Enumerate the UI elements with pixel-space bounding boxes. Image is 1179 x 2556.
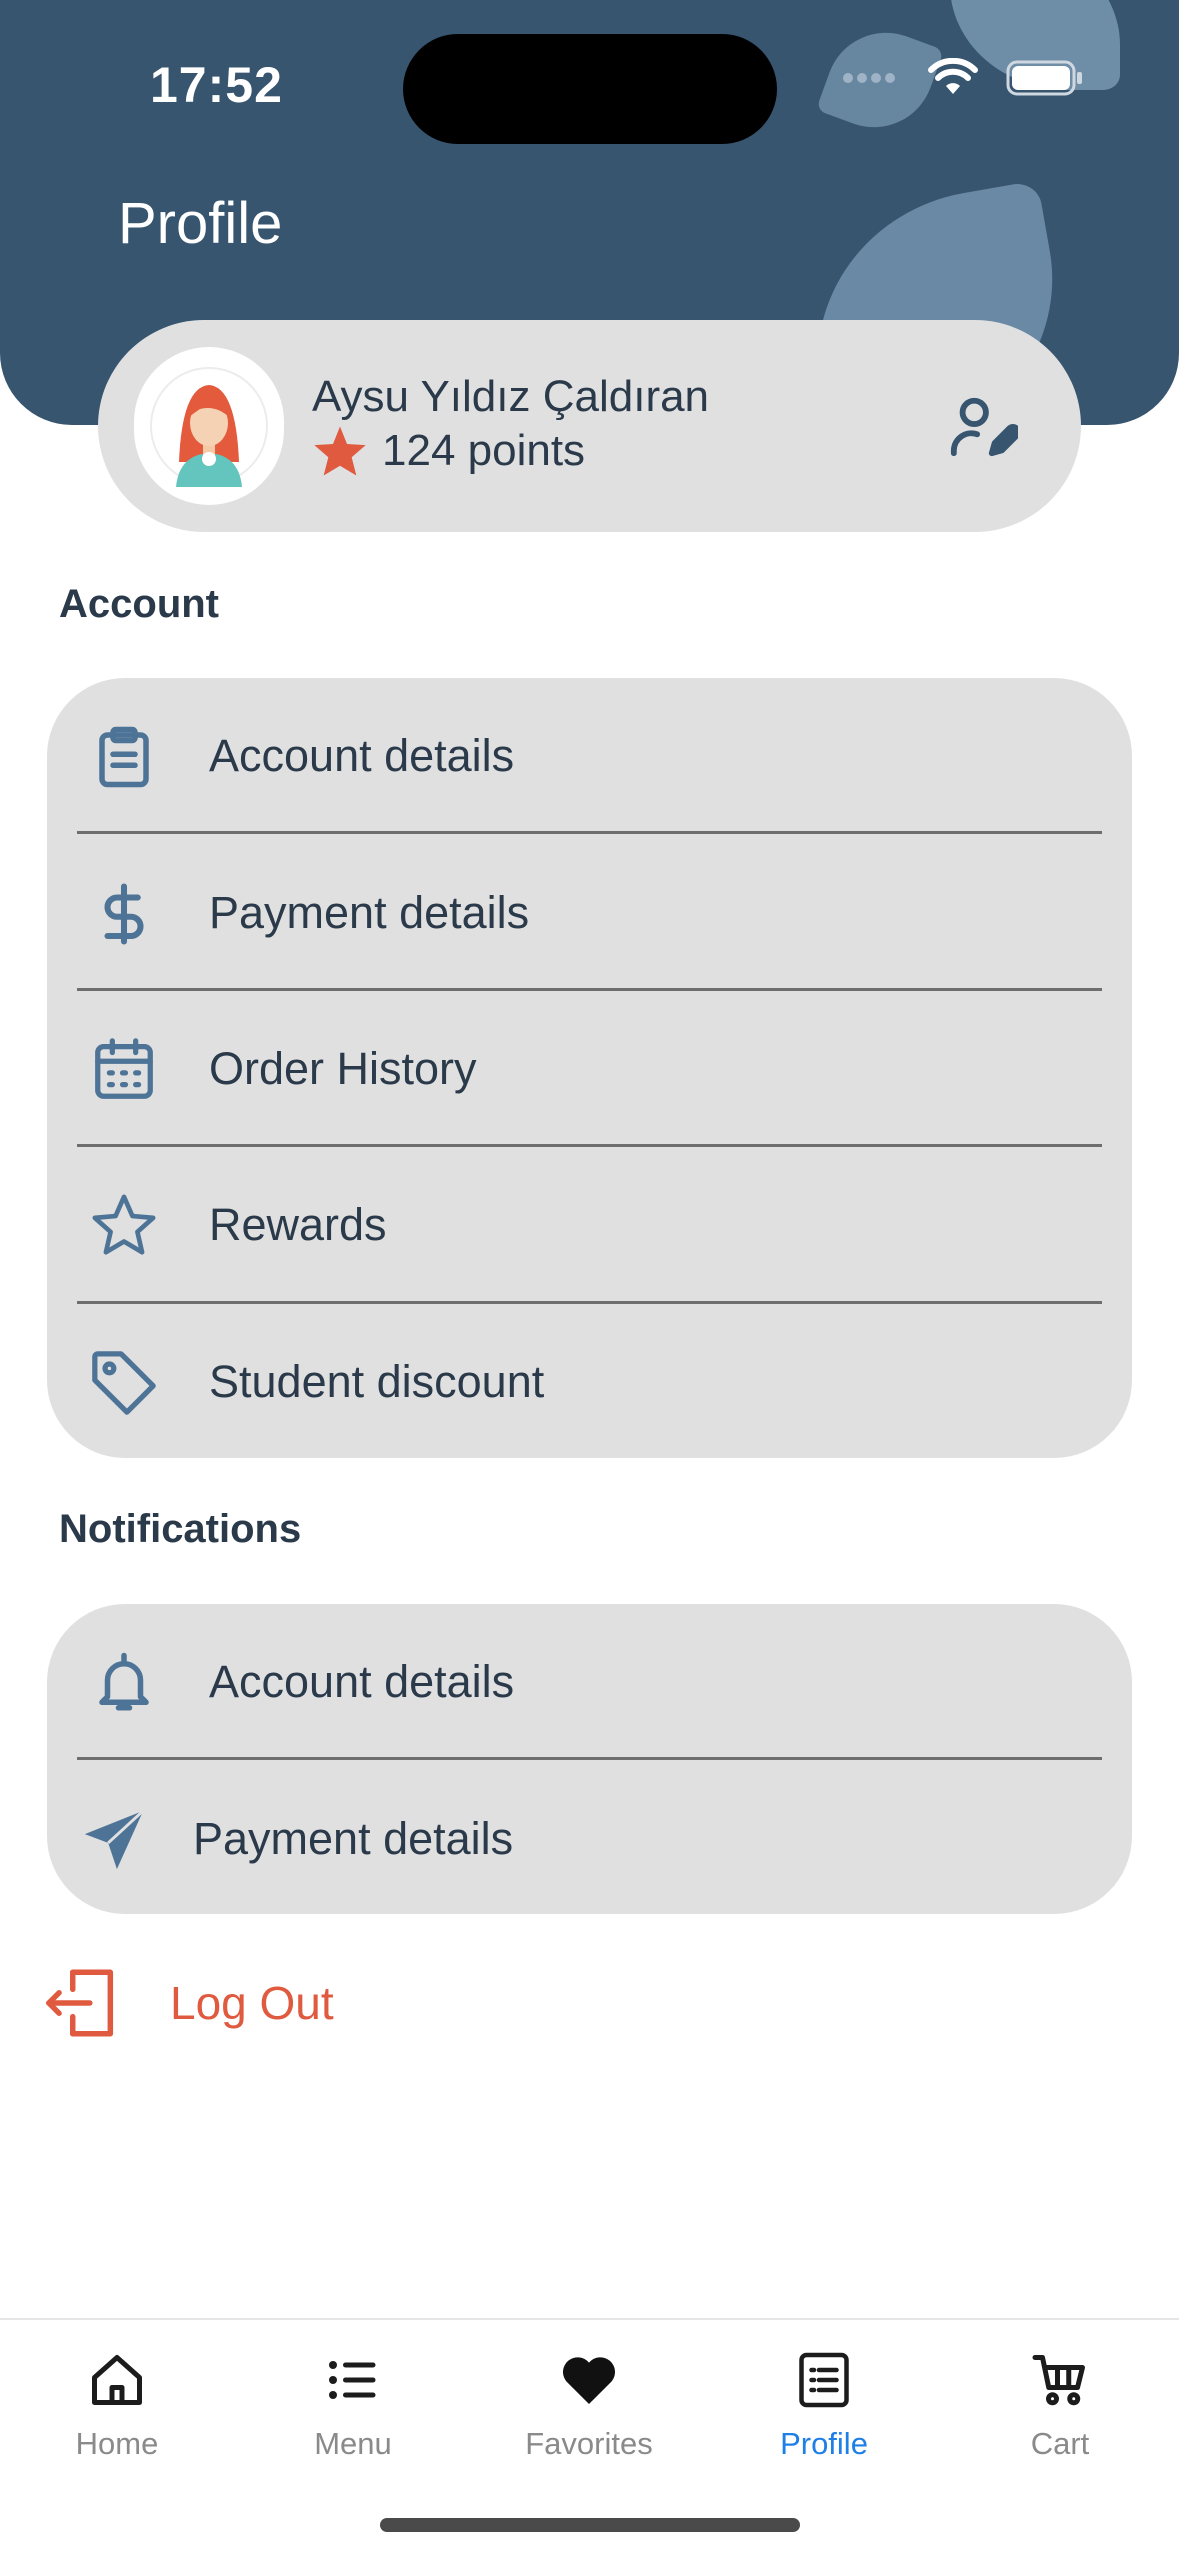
heart-icon bbox=[557, 2348, 621, 2412]
notifications-group: Account details Payment details bbox=[47, 1604, 1132, 1914]
bell-icon bbox=[87, 1646, 161, 1720]
account-item-account-details[interactable]: Account details bbox=[47, 678, 1132, 835]
battery-icon bbox=[1006, 60, 1082, 96]
tab-home[interactable]: Home bbox=[17, 2348, 217, 2488]
tab-label: Cart bbox=[1030, 2426, 1090, 2461]
edit-profile-button[interactable] bbox=[948, 392, 1021, 462]
account-item-student-discount[interactable]: Student discount bbox=[47, 1304, 1132, 1461]
cart-icon bbox=[1028, 2348, 1092, 2412]
account-item-rewards[interactable]: Rewards bbox=[47, 1147, 1132, 1304]
avatar-illustration bbox=[150, 367, 268, 487]
notification-item-payment-details[interactable]: Payment details bbox=[47, 1761, 1132, 1918]
tab-label: Profile bbox=[780, 2426, 868, 2461]
row-label: Payment details bbox=[209, 887, 530, 938]
divider bbox=[77, 1757, 1102, 1760]
dynamic-island bbox=[403, 34, 777, 144]
tab-menu[interactable]: Menu bbox=[253, 2348, 453, 2488]
star-icon bbox=[314, 426, 366, 476]
row-label: Payment details bbox=[193, 1813, 514, 1864]
points-row: 124 points bbox=[312, 424, 585, 478]
avatar[interactable] bbox=[134, 347, 284, 505]
tab-label: Menu bbox=[314, 2426, 392, 2461]
tab-cart[interactable]: Cart bbox=[960, 2348, 1160, 2488]
account-item-payment-details[interactable]: Payment details bbox=[47, 835, 1132, 992]
tab-label: Home bbox=[75, 2426, 159, 2461]
logout-label: Log Out bbox=[170, 1977, 334, 2029]
user-name: Aysu Yıldız Çaldıran bbox=[312, 372, 710, 421]
tag-icon bbox=[87, 1346, 161, 1420]
notification-item-account-details[interactable]: Account details bbox=[47, 1604, 1132, 1761]
page-title: Profile bbox=[118, 191, 283, 256]
account-group: Account details Payment details Order Hi… bbox=[47, 678, 1132, 1458]
signal-icon bbox=[843, 73, 895, 83]
tab-label: Favorites bbox=[525, 2426, 653, 2461]
home-icon bbox=[85, 2348, 149, 2412]
calendar-icon bbox=[87, 1033, 161, 1107]
section-title-account: Account bbox=[59, 582, 219, 626]
status-time: 17:52 bbox=[150, 57, 283, 113]
points-value: 124 points bbox=[382, 426, 586, 475]
dollar-icon bbox=[87, 877, 161, 951]
section-title-notifications: Notifications bbox=[59, 1507, 302, 1551]
tab-profile[interactable]: Profile bbox=[724, 2348, 924, 2488]
profile-card: Aysu Yıldız Çaldıran 124 points bbox=[98, 320, 1081, 532]
logout-button[interactable]: Log Out bbox=[42, 1958, 402, 2048]
row-label: Account details bbox=[209, 1656, 515, 1707]
list-icon bbox=[321, 2348, 385, 2412]
row-label: Order History bbox=[209, 1043, 477, 1094]
divider bbox=[77, 831, 1102, 834]
logout-icon bbox=[46, 1969, 114, 2037]
document-list-icon bbox=[792, 2348, 856, 2412]
row-label: Rewards bbox=[209, 1199, 387, 1250]
wifi-icon bbox=[928, 58, 978, 94]
status-icons bbox=[840, 58, 1084, 98]
account-item-order-history[interactable]: Order History bbox=[47, 991, 1132, 1148]
navigation-arrow-icon bbox=[77, 1803, 151, 1877]
row-label: Account details bbox=[209, 730, 515, 781]
star-outline-icon bbox=[87, 1189, 161, 1263]
row-label: Student discount bbox=[209, 1356, 545, 1407]
user-edit-icon bbox=[950, 397, 1021, 457]
home-indicator bbox=[380, 2518, 800, 2532]
clipboard-icon bbox=[87, 720, 161, 794]
tab-favorites[interactable]: Favorites bbox=[489, 2348, 689, 2488]
